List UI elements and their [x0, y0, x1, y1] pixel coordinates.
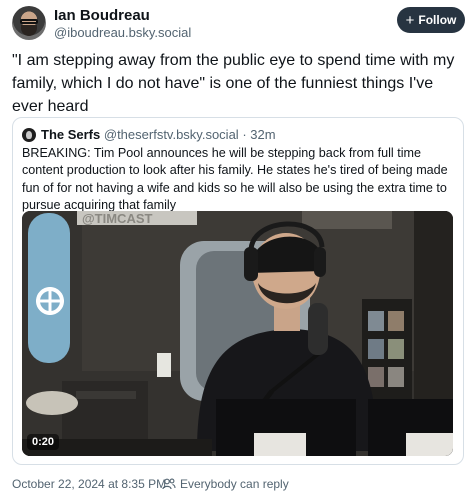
reply-audience-label: Everybody can reply — [180, 477, 289, 491]
quoted-author-name: The Serfs — [41, 127, 101, 142]
plus-icon: + — [405, 11, 415, 29]
quoted-author-avatar — [22, 128, 36, 142]
banner-text: @TIMCAST — [82, 211, 153, 226]
video-thumbnail: @TIMCAST — [22, 211, 453, 456]
video-duration: 0:20 — [27, 434, 60, 450]
post-text: "I am stepping away from the public eye … — [12, 52, 455, 115]
avatar-beard — [21, 25, 37, 36]
post-timestamp[interactable]: October 22, 2024 at 8:35 PM — [12, 477, 166, 491]
quoted-post[interactable]: The Serfs @theserfstv.bsky.social · 32m … — [12, 117, 464, 465]
author-name[interactable]: Ian Boudreau — [54, 7, 150, 24]
quoted-author-handle: @theserfstv.bsky.social — [103, 127, 239, 142]
author-avatar[interactable] — [12, 6, 46, 40]
avatar-glasses — [20, 19, 38, 24]
follow-label: Follow — [418, 13, 457, 27]
quoted-post-header: The Serfs @theserfstv.bsky.social · 32m — [41, 127, 276, 142]
people-icon — [162, 478, 176, 490]
quoted-post-text: BREAKING: Tim Pool announces he will be … — [22, 146, 448, 213]
meta-separator: · — [242, 127, 247, 142]
follow-button[interactable]: + Follow — [397, 7, 465, 33]
video-player[interactable]: @TIMCAST 0:20 — [22, 211, 453, 456]
author-handle[interactable]: @iboudreau.bsky.social — [54, 25, 191, 40]
reply-audience: Everybody can reply — [162, 477, 289, 491]
quoted-post-time: 32m — [250, 127, 276, 142]
